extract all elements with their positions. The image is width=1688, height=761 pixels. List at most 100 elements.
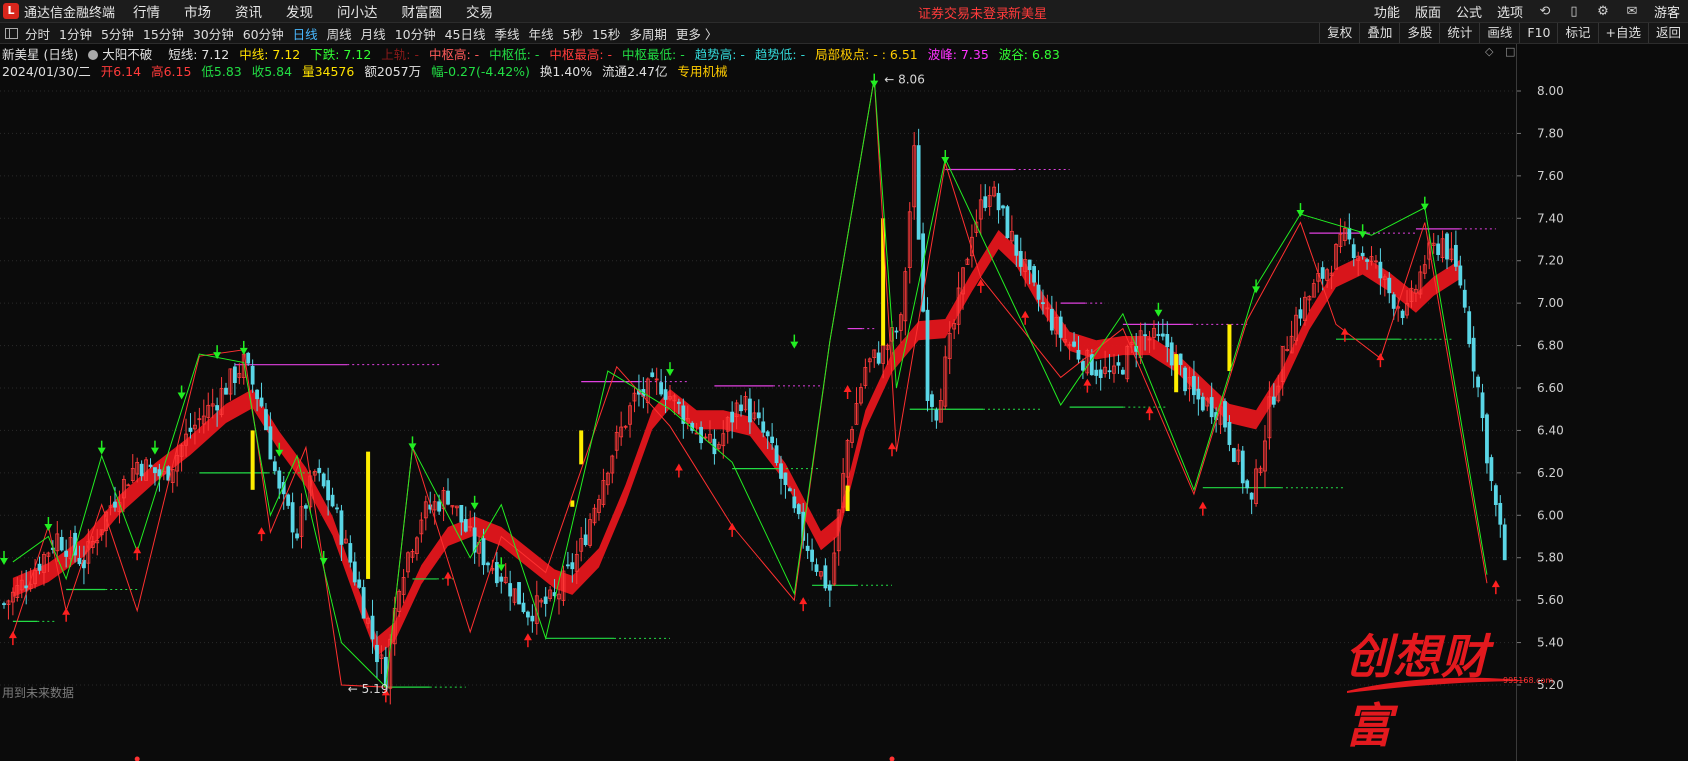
buy-arrow-marker: [728, 522, 737, 530]
candle-body: [1436, 243, 1441, 255]
candle-body: [1271, 396, 1276, 405]
sell-arrow-marker: [150, 447, 159, 455]
candle-body: [792, 496, 797, 509]
diamond-icon[interactable]: ◇: [1485, 45, 1493, 58]
candle-body: [676, 401, 681, 404]
candle-body: [1351, 244, 1356, 259]
trend-ribbon-band: [12, 229, 1461, 657]
sell-arrow-marker: [1358, 231, 1367, 239]
candle-body: [330, 494, 335, 507]
candle-body: [1116, 362, 1121, 366]
candle-body: [1223, 401, 1227, 428]
buy-arrow-marker: [444, 571, 452, 579]
panel-corner-icons: ◇ □: [1485, 45, 1523, 58]
candle-body: [446, 490, 450, 505]
candle-body: [259, 397, 264, 407]
candle-body: [157, 469, 162, 477]
formula-label: 大阳不破: [102, 47, 153, 62]
buy-arrow-marker: [1491, 580, 1500, 588]
candle-body: [565, 564, 570, 567]
candle-body: [1400, 310, 1405, 319]
low-price-annotation: ← 5.19: [348, 682, 389, 696]
candle-body: [1298, 309, 1303, 319]
candle-body: [894, 330, 899, 333]
axis-tick-label: 6.40: [1537, 423, 1564, 437]
candle-body: [1027, 259, 1032, 271]
quote-high: 高6.15: [151, 64, 192, 79]
sell-arrow-marker: [941, 157, 950, 165]
indicator-trend-low: 趋势低: -: [754, 47, 806, 62]
watermark-url: 995168.com: [1503, 676, 1554, 685]
indicator-line: 新美星 (日线) 大阳不破 短线: 7.12 中线: 7.12 下跌: 7.12…: [2, 44, 1066, 62]
candle-body: [139, 463, 144, 477]
candle-body: [1192, 376, 1196, 396]
candle-body: [1049, 308, 1054, 331]
candle-body: [1094, 369, 1099, 376]
candle-body: [1502, 524, 1507, 561]
yellow-flag-bar: [570, 500, 575, 507]
quote-sector[interactable]: 专用机械: [677, 64, 727, 79]
sell-arrow-marker: [0, 557, 8, 565]
buy-arrow-marker: [1198, 501, 1207, 509]
price-labels: ← 8.06 ← 5.19: [348, 72, 925, 696]
candle-body: [796, 504, 801, 515]
candle-body: [361, 587, 366, 619]
candle-body: [1320, 267, 1325, 279]
candle-body: [1018, 251, 1023, 267]
candle-body: [1453, 244, 1458, 267]
visibility-icon[interactable]: [88, 50, 99, 60]
candle-body: [326, 480, 331, 501]
candle-body: [1240, 450, 1245, 484]
candle-body: [268, 426, 273, 460]
candle-body: [290, 502, 295, 533]
indicator-wave-trough: 波谷: 6.83: [998, 47, 1060, 62]
candle-body: [570, 562, 575, 570]
candle-body: [113, 501, 117, 508]
quote-close: 收5.84: [251, 64, 293, 79]
price-axis: 8.00 7.80 7.60 7.40 7.20 7.00 6.80 6.60 6.40 6.20…: [1516, 84, 1564, 692]
candle-body: [765, 431, 770, 437]
candle-body: [659, 382, 664, 395]
candle-body: [810, 549, 814, 562]
candle-body: [250, 365, 255, 385]
candle-body: [264, 409, 268, 431]
candle-body: [486, 562, 490, 566]
buy-arrow-marker: [888, 442, 896, 450]
axis-tick-label: 7.80: [1537, 126, 1564, 140]
formula-name[interactable]: 大阳不破: [88, 47, 158, 62]
candle-body: [983, 196, 988, 208]
candle-body: [317, 467, 322, 473]
candle-body: [1032, 266, 1036, 283]
indicator-wave-peak: 波峰: 7.35: [927, 47, 989, 62]
candle-body: [517, 582, 521, 605]
candle-body: [255, 389, 259, 400]
buy-arrow-marker: [674, 463, 683, 471]
candle-body: [1041, 302, 1045, 305]
quote-line: 2024/01/30/二 开6.14 高6.15 低5.83 收5.84 量34…: [2, 61, 733, 79]
candle-body: [1200, 396, 1205, 411]
candle-body: [1245, 480, 1250, 489]
candle-body: [463, 519, 468, 532]
sell-arrow-marker: [1154, 309, 1163, 317]
candle-body: [663, 389, 668, 400]
candle-body: [1209, 397, 1214, 418]
quote-turnover: 换1.40%: [539, 64, 593, 79]
axis-tick-label: 5.60: [1537, 593, 1564, 607]
buy-arrow-marker: [1083, 378, 1092, 386]
sell-arrow-marker: [97, 447, 106, 455]
window-icon[interactable]: □: [1505, 45, 1515, 58]
candle-body: [352, 561, 357, 583]
candle-body: [37, 563, 42, 571]
sell-arrow-marker: [319, 557, 328, 565]
candle-body: [583, 534, 588, 545]
indicator-pivot-lowest: 中枢最低: -: [622, 47, 685, 62]
yellow-flag-bar: [579, 430, 584, 465]
candle-body: [1143, 334, 1147, 337]
candle-body: [823, 565, 828, 589]
sell-arrow-marker: [1252, 286, 1261, 294]
indicator-upper-rail: 上轨: -: [381, 47, 419, 62]
yellow-flag-bar: [845, 485, 850, 512]
indicator-short: 短线: 7.12: [168, 47, 230, 62]
indicator-fall: 下跌: 7.12: [310, 47, 372, 62]
candle-body: [277, 470, 282, 489]
